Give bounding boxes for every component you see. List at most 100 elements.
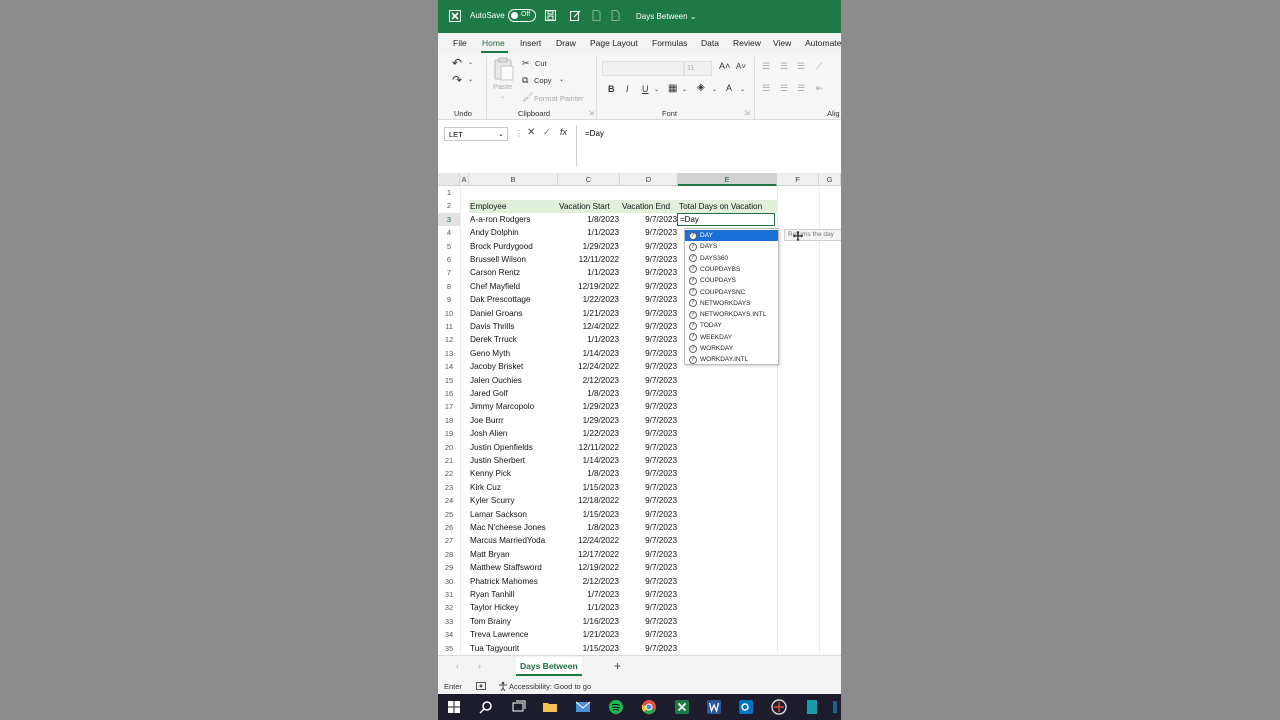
vacation-start-cell[interactable]: 1/8/2023 (558, 521, 619, 534)
vacation-start-cell[interactable]: 1/29/2023 (558, 414, 619, 427)
autocomplete-item[interactable]: f NETWORKDAYS (685, 298, 778, 309)
vacation-start-cell[interactable]: 1/15/2023 (558, 508, 619, 521)
employee-cell[interactable]: Ryan Tanhill (470, 588, 558, 601)
outlook-icon[interactable] (738, 699, 754, 715)
vacation-start-cell[interactable]: 12/17/2022 (558, 548, 619, 561)
accessibility-status[interactable]: Accessibility: Good to go (509, 682, 591, 691)
vacation-end-cell[interactable]: 9/7/2023 (620, 642, 677, 655)
indent-icon[interactable]: ⇤ (816, 83, 824, 94)
cancel-entry-icon[interactable]: ✕ (527, 127, 535, 138)
row-header[interactable]: 20 (438, 441, 460, 454)
copy-icon[interactable]: ⧉ (522, 75, 528, 86)
vacation-end-cell[interactable]: 9/7/2023 (620, 320, 677, 333)
row-header[interactable]: 4 (438, 226, 460, 239)
insert-function-icon[interactable]: fx (560, 127, 567, 137)
vacation-end-cell[interactable]: 9/7/2023 (620, 253, 677, 266)
next-sheet-icon[interactable]: › (478, 661, 481, 671)
task-view-icon[interactable] (510, 699, 526, 715)
document-icon[interactable] (591, 10, 602, 21)
employee-cell[interactable]: Tom Brainy (470, 615, 558, 628)
vacation-end-cell[interactable]: 9/7/2023 (620, 481, 677, 494)
employee-cell[interactable]: Kirk Cuz (470, 481, 558, 494)
underline-dropdown-icon[interactable]: ⌄ (654, 86, 659, 93)
row-header[interactable]: 29 (438, 561, 460, 574)
vacation-start-cell[interactable]: 1/1/2023 (558, 601, 619, 614)
row-header[interactable]: 26 (438, 521, 460, 534)
tab-draw[interactable]: Draw (556, 38, 576, 48)
header-vacation-start[interactable]: Vacation Start (559, 200, 610, 213)
vacation-start-cell[interactable]: 1/29/2023 (558, 240, 619, 253)
employee-cell[interactable]: Chef Mayfield (470, 280, 558, 293)
windows-start-icon[interactable] (446, 699, 462, 715)
confirm-entry-icon[interactable]: ✓ (543, 127, 551, 138)
vacation-end-cell[interactable]: 9/7/2023 (620, 240, 677, 253)
vacation-start-cell[interactable]: 1/15/2023 (558, 642, 619, 655)
column-header-b[interactable]: B (469, 173, 558, 186)
employee-cell[interactable]: Lamar Sackson (470, 508, 558, 521)
row-header[interactable]: 13 (438, 347, 460, 360)
undo-icon[interactable]: ↶ (452, 56, 462, 70)
add-sheet-icon[interactable]: + (614, 659, 621, 673)
header-total-days[interactable]: Total Days on Vacation (679, 200, 762, 213)
new-icon[interactable] (610, 10, 621, 21)
increase-font-icon[interactable]: A˄ (719, 61, 730, 71)
vacation-end-cell[interactable]: 9/7/2023 (620, 414, 677, 427)
employee-cell[interactable]: Phatrick Mahomes (470, 575, 558, 588)
employee-cell[interactable]: Jalen Ouchies (470, 374, 558, 387)
copy-label[interactable]: Copy (534, 76, 552, 85)
copy-dropdown-icon[interactable]: ⌄ (559, 76, 564, 83)
redo-icon[interactable]: ↷ (452, 73, 462, 87)
chrome-icon[interactable] (641, 699, 657, 715)
vacation-start-cell[interactable]: 1/14/2023 (558, 454, 619, 467)
tab-formulas[interactable]: Formulas (652, 38, 687, 48)
save-icon[interactable] (545, 10, 556, 21)
employee-cell[interactable]: Jacoby Brisket (470, 360, 558, 373)
row-header[interactable]: 19 (438, 427, 460, 440)
row-header[interactable]: 34 (438, 628, 460, 641)
font-size-box[interactable]: 11 (684, 61, 712, 76)
employee-cell[interactable]: Brock Purdygood (470, 240, 558, 253)
accessibility-icon[interactable] (498, 681, 508, 691)
row-header[interactable]: 11 (438, 320, 460, 333)
row-header[interactable]: 5 (438, 240, 460, 253)
document-title[interactable]: Days Between ⌄ (636, 12, 697, 21)
column-header-c[interactable]: C (558, 173, 620, 186)
row-header[interactable]: 8 (438, 280, 460, 293)
sheet-tab-days-between[interactable]: Days Between (516, 657, 582, 676)
align-bottom-icon[interactable]: ☰ (797, 61, 805, 72)
vacation-start-cell[interactable]: 2/12/2023 (558, 575, 619, 588)
row-header[interactable]: 17 (438, 400, 460, 413)
employee-cell[interactable]: Justin Openfields (470, 441, 558, 454)
vacation-end-cell[interactable]: 9/7/2023 (620, 534, 677, 547)
vacation-start-cell[interactable]: 1/21/2023 (558, 307, 619, 320)
row-header[interactable]: 35 (438, 642, 460, 655)
vacation-start-cell[interactable]: 12/18/2022 (558, 494, 619, 507)
cut-label[interactable]: Cut (535, 59, 547, 68)
mail-icon[interactable] (575, 699, 591, 715)
align-right-icon[interactable]: ☰ (797, 83, 805, 94)
vacation-start-cell[interactable]: 1/14/2023 (558, 347, 619, 360)
row-header[interactable]: 2 (438, 199, 460, 212)
vacation-end-cell[interactable]: 9/7/2023 (620, 561, 677, 574)
employee-cell[interactable]: Jared Golf (470, 387, 558, 400)
vacation-start-cell[interactable]: 12/19/2022 (558, 280, 619, 293)
vacation-end-cell[interactable]: 9/7/2023 (620, 374, 677, 387)
font-launcher-icon[interactable]: ⇲ (744, 109, 750, 117)
vacation-start-cell[interactable]: 1/22/2023 (558, 293, 619, 306)
vacation-end-cell[interactable]: 9/7/2023 (620, 333, 677, 346)
fill-dropdown-icon[interactable]: ⌄ (712, 86, 717, 93)
vacation-start-cell[interactable]: 1/8/2023 (558, 213, 619, 226)
vacation-end-cell[interactable]: 9/7/2023 (620, 280, 677, 293)
vacation-start-cell[interactable]: 12/24/2022 (558, 534, 619, 547)
tab-file[interactable]: File (453, 38, 467, 48)
header-vacation-end[interactable]: Vacation End (622, 200, 678, 213)
row-header[interactable]: 7 (438, 266, 460, 279)
autocomplete-item[interactable]: f COUPDAYS (685, 275, 778, 286)
row-header[interactable]: 15 (438, 374, 460, 387)
vacation-start-cell[interactable]: 1/29/2023 (558, 400, 619, 413)
formula-input[interactable]: =Day (585, 129, 604, 138)
vacation-end-cell[interactable]: 9/7/2023 (620, 400, 677, 413)
row-header[interactable]: 33 (438, 615, 460, 628)
show-desktop-icon[interactable] (831, 699, 841, 715)
tab-automate[interactable]: Automate (805, 38, 841, 48)
